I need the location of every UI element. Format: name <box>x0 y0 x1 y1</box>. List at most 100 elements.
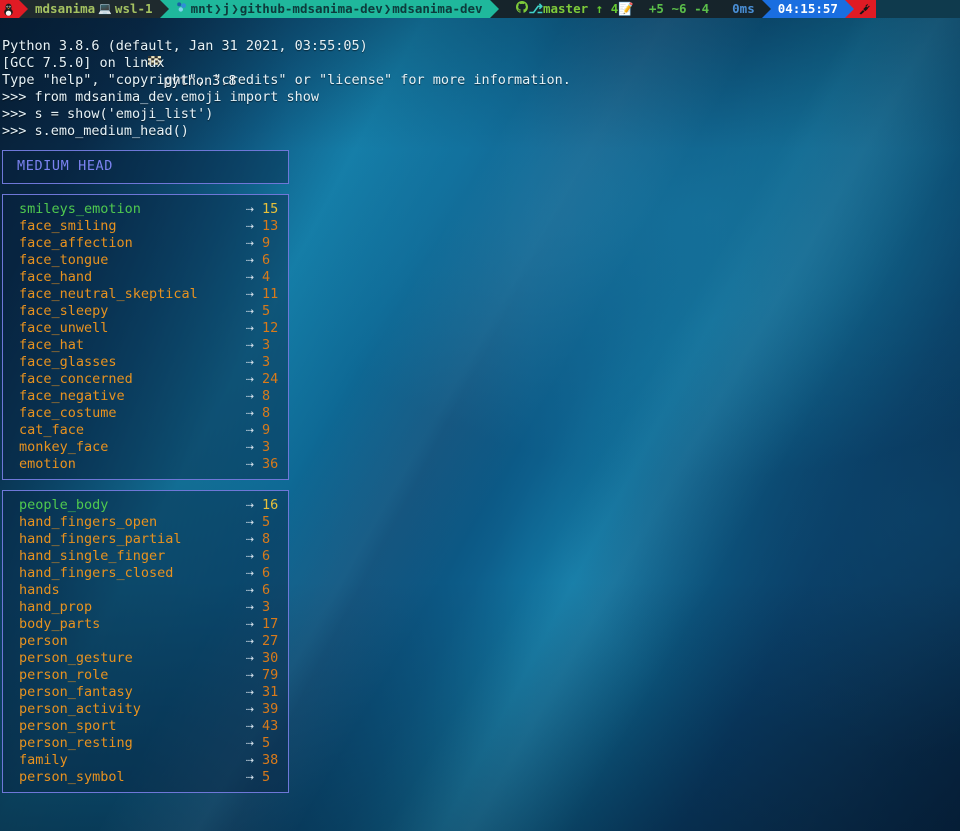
table-row: hands ⇢ 6 <box>3 582 288 599</box>
smileys-emotion-table: smileys_emotion ⇢ 15 face_smiling ⇢ 13 face_af… <box>2 194 289 480</box>
arrow-right-icon: ⇢ <box>245 354 254 370</box>
table-row: cat_face ⇢ 9 <box>3 422 288 439</box>
plug-icon[interactable] <box>853 0 876 18</box>
row-value: 8 <box>262 531 271 547</box>
row-label: face_tongue <box>19 252 109 268</box>
status-path-segment[interactable]: mnt ❯ j ❯ github-mdsanima-dev ❯ mdsanima… <box>168 0 490 18</box>
powerline-status-bar: mdsanima 💻 wsl-1 mnt ❯ j ❯ github-mdsani… <box>0 0 960 18</box>
powerline-sep-4 <box>716 0 726 18</box>
row-value: 6 <box>262 582 271 598</box>
powerline-sep-5 <box>761 0 771 18</box>
tux-icon[interactable] <box>0 0 19 18</box>
row-label: face_neutral_skeptical <box>19 286 198 302</box>
arrow-right-icon: ⇢ <box>245 439 254 455</box>
row-value: 3 <box>262 354 271 370</box>
arrow-right-icon: ⇢ <box>245 456 254 472</box>
row-label: people_body <box>19 497 109 513</box>
terminal-line: Type "help", "copyright", "credits" or "… <box>2 72 571 88</box>
row-value: 30 <box>262 650 279 666</box>
table-row: hand_fingers_open ⇢ 5 <box>3 514 288 531</box>
row-value: 5 <box>262 735 271 751</box>
table-row: face_negative ⇢ 8 <box>3 388 288 405</box>
terminal-command-line: >>> s.emo_medium_head() <box>2 123 189 139</box>
terminal-window: mdsanima 💻 wsl-1 mnt ❯ j ❯ github-mdsani… <box>0 0 960 831</box>
row-label: hand_single_finger <box>19 548 166 564</box>
arrow-right-icon: ⇢ <box>245 269 254 285</box>
table-row: monkey_face ⇢ 3 <box>3 439 288 456</box>
arrow-right-icon: ⇢ <box>245 235 254 251</box>
row-label: hand_fingers_partial <box>19 531 182 547</box>
path-seg-0: mnt <box>190 1 214 16</box>
row-label: person_symbol <box>19 769 125 785</box>
row-value: 6 <box>262 548 271 564</box>
table-row: face_costume ⇢ 8 <box>3 405 288 422</box>
row-label: face_affection <box>19 235 133 251</box>
table-row: person ⇢ 27 <box>3 633 288 650</box>
row-label: face_hat <box>19 337 85 353</box>
table-row: face_tongue ⇢ 6 <box>3 252 288 269</box>
path-chevron-icon: ❯ <box>214 1 222 16</box>
row-label: face_glasses <box>19 354 117 370</box>
row-value: 15 <box>262 201 279 217</box>
status-user: mdsanima <box>35 1 96 16</box>
row-label: face_concerned <box>19 371 133 387</box>
row-label: hand_fingers_open <box>19 514 158 530</box>
arrow-right-icon: ⇢ <box>245 565 254 581</box>
terminal-output[interactable]: python3.8 Python 3.8.6 (default, Jan 31 … <box>0 18 960 140</box>
row-value: 5 <box>262 514 271 530</box>
row-value: 5 <box>262 769 271 785</box>
table-row: face_neutral_skeptical ⇢ 11 <box>3 286 288 303</box>
row-label: emotion <box>19 456 76 472</box>
row-label: person_role <box>19 667 109 683</box>
row-value: 6 <box>262 565 271 581</box>
row-value: 27 <box>262 633 279 649</box>
terminal-command-line: >>> s = show('emoji_list') <box>2 106 214 122</box>
row-label: person <box>19 633 68 649</box>
table-row: family ⇢ 38 <box>3 752 288 769</box>
powerline-sep-1 <box>19 0 28 18</box>
wsl-icon <box>176 0 188 18</box>
status-host-segment[interactable]: mdsanima 💻 wsl-1 <box>28 0 160 18</box>
arrow-right-icon: ⇢ <box>245 616 254 632</box>
row-value: 3 <box>262 337 271 353</box>
table-row: person_activity ⇢ 39 <box>3 701 288 718</box>
status-added: +5 <box>648 1 664 16</box>
status-gap-1 <box>498 0 509 18</box>
path-seg-1: j <box>222 1 231 16</box>
status-modified: ~6 <box>671 1 687 16</box>
row-value: 31 <box>262 684 279 700</box>
arrow-right-icon: ⇢ <box>245 337 254 353</box>
pencil-edit-icon: 📝 <box>618 1 634 16</box>
arrow-right-icon: ⇢ <box>245 218 254 234</box>
row-label: monkey_face <box>19 439 109 455</box>
row-value: 4 <box>262 269 271 285</box>
terminal-line: [GCC 7.5.0] on linux <box>2 55 165 71</box>
table-row: person_sport ⇢ 43 <box>3 718 288 735</box>
status-git-segment[interactable]: ⎇ master ↑ 4 📝 +5 ~6 -4 <box>508 0 717 18</box>
arrow-right-icon: ⇢ <box>245 735 254 751</box>
table-row: person_gesture ⇢ 30 <box>3 650 288 667</box>
table-row: hand_fingers_closed ⇢ 6 <box>3 565 288 582</box>
table-row: face_unwell ⇢ 12 <box>3 320 288 337</box>
table-row: person_role ⇢ 79 <box>3 667 288 684</box>
arrow-right-icon: ⇢ <box>245 371 254 387</box>
arrow-right-icon: ⇢ <box>245 667 254 683</box>
arrow-up-icon: ↑ <box>595 1 604 16</box>
row-value: 11 <box>262 286 279 302</box>
table-row: hand_single_finger ⇢ 6 <box>3 548 288 565</box>
arrow-right-icon: ⇢ <box>245 548 254 564</box>
table-row: smileys_emotion ⇢ 15 <box>3 201 288 218</box>
row-label: face_hand <box>19 269 93 285</box>
row-label: person_resting <box>19 735 133 751</box>
row-value: 6 <box>262 252 271 268</box>
row-label: face_costume <box>19 405 117 421</box>
row-value: 39 <box>262 701 279 717</box>
arrow-right-icon: ⇢ <box>245 405 254 421</box>
python-title-line: python3.8 <box>2 21 960 89</box>
row-label: hand_fingers_closed <box>19 565 174 581</box>
table-row: face_smiling ⇢ 13 <box>3 218 288 235</box>
arrow-right-icon: ⇢ <box>245 769 254 785</box>
row-value: 9 <box>262 422 271 438</box>
row-value: 43 <box>262 718 279 734</box>
medium-head-panel: MEDIUM HEAD <box>2 150 289 184</box>
